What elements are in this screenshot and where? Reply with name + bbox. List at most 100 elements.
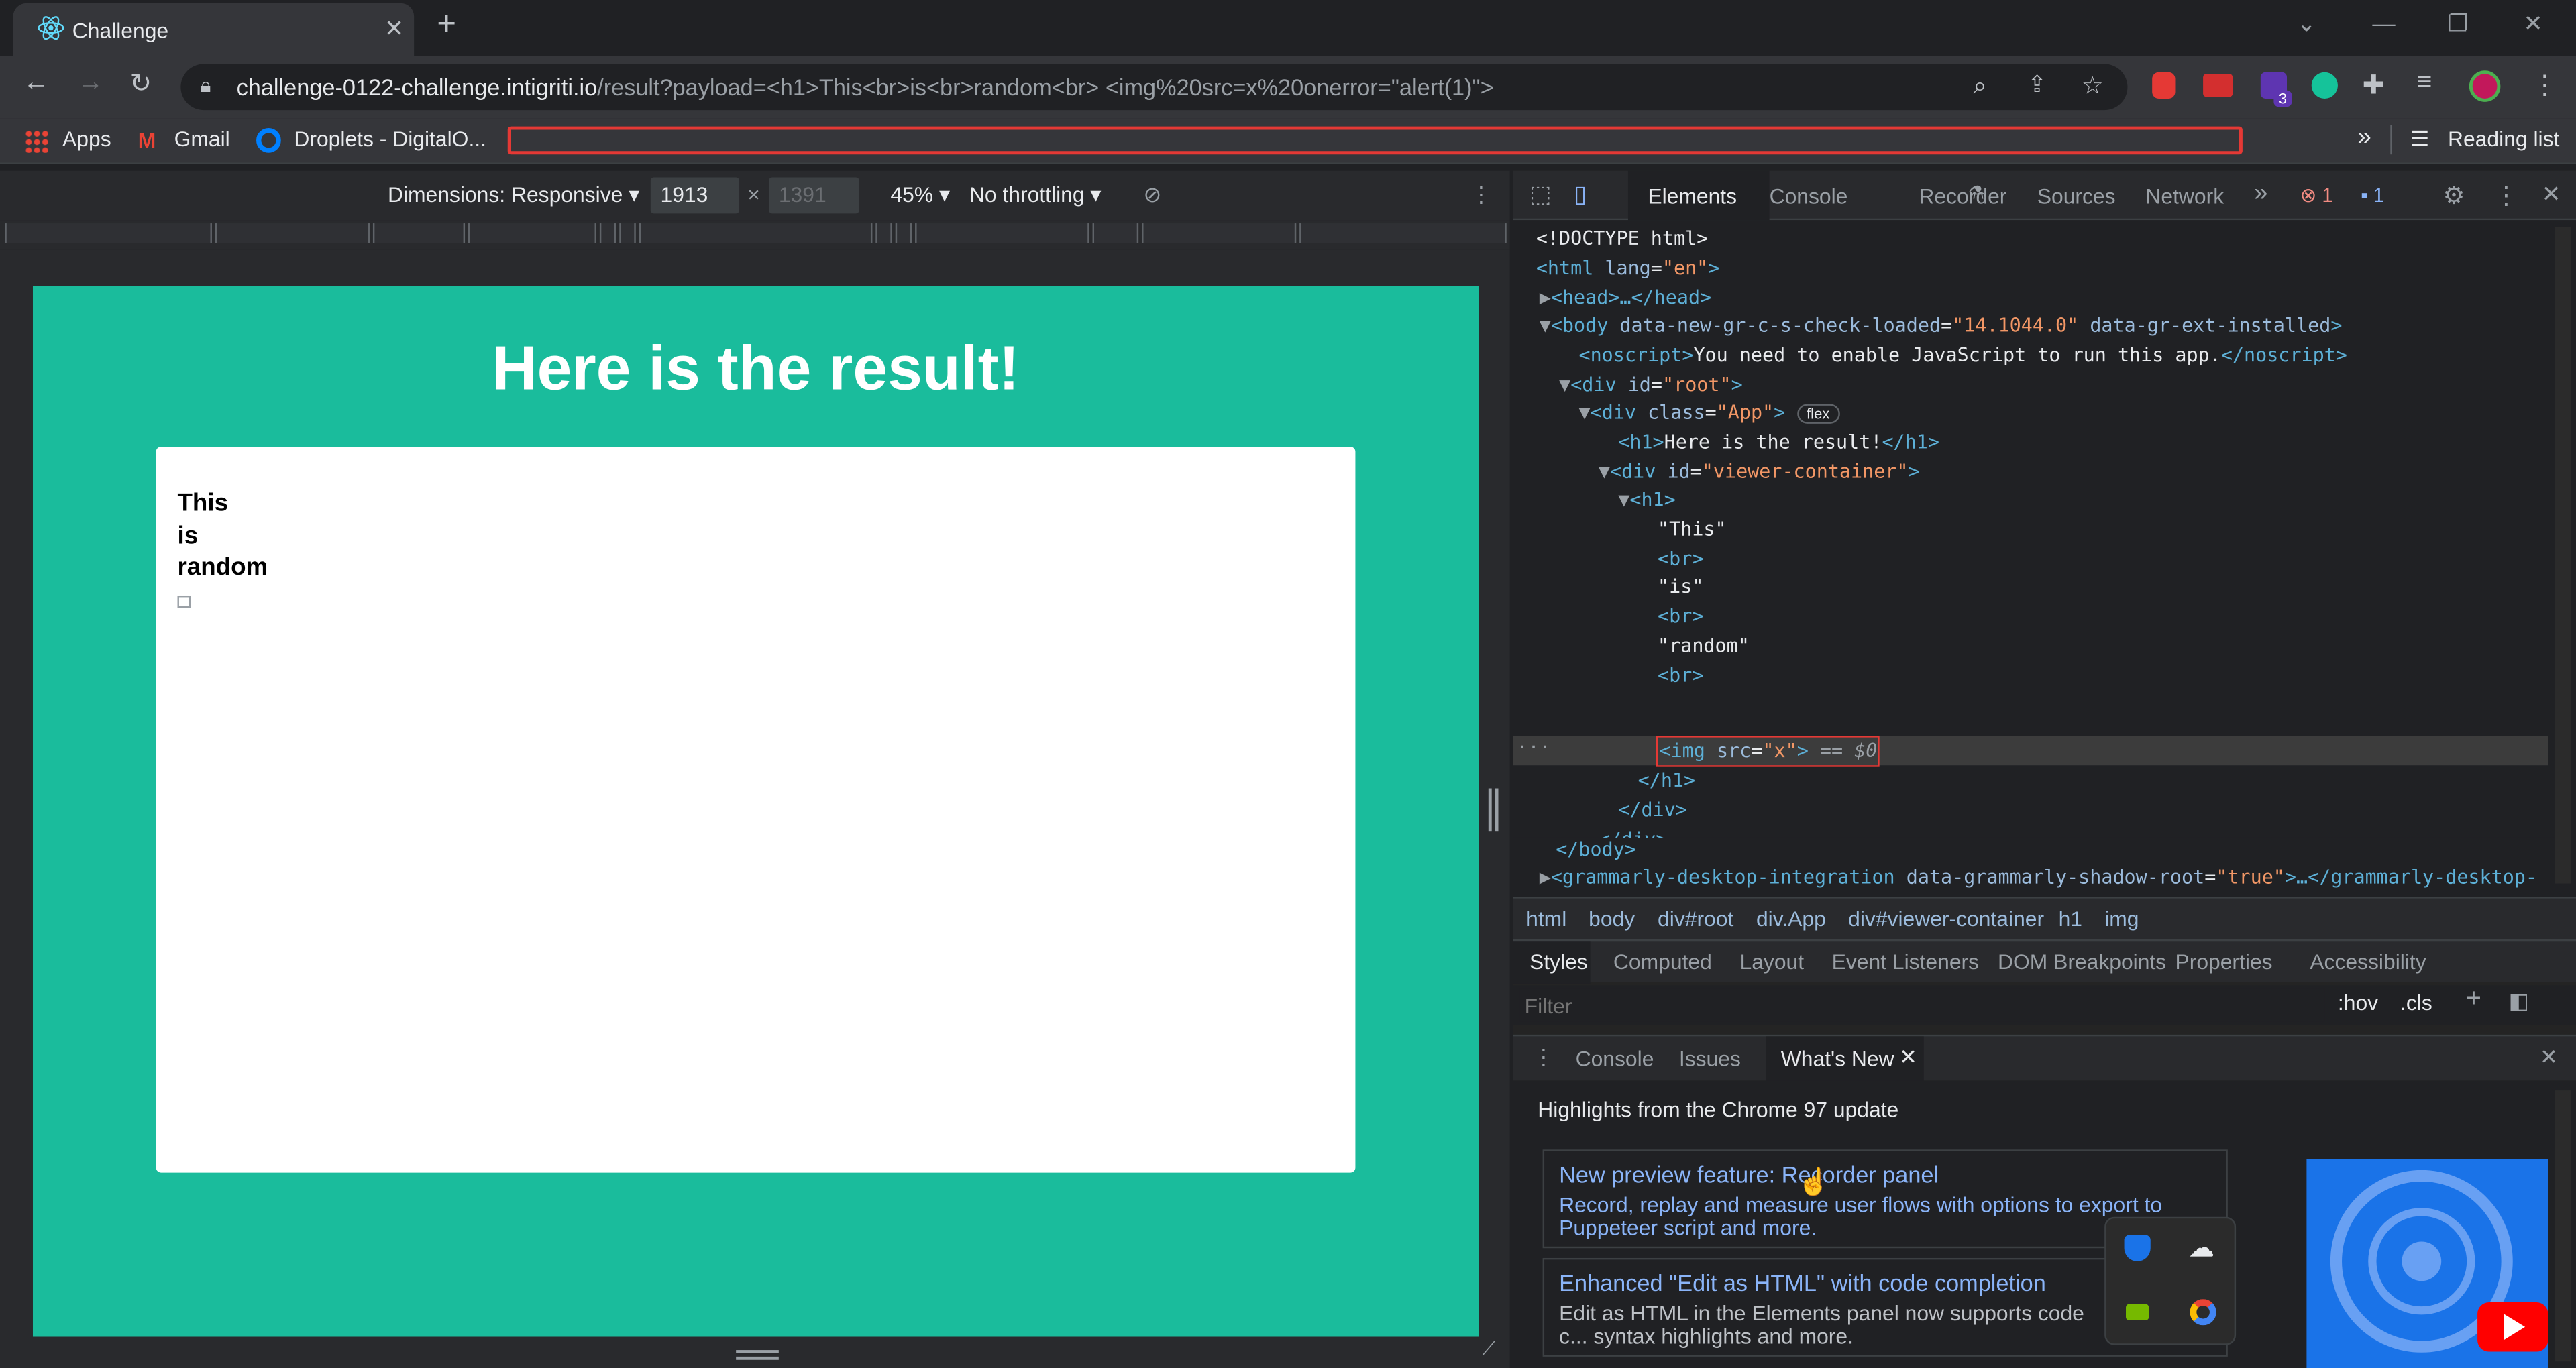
crumb-app[interactable]: div.App xyxy=(1756,907,1826,931)
menu-kebab-icon[interactable]: ⋮ xyxy=(2532,69,2558,102)
card-title[interactable]: New preview feature: Recorder panel xyxy=(1559,1161,1939,1187)
width-input[interactable]: 1913 xyxy=(650,177,740,214)
bookmark-apps[interactable]: Apps xyxy=(62,127,111,152)
dom-scrollbar[interactable] xyxy=(2555,226,2571,884)
dom-line[interactable]: </body> xyxy=(1556,838,1636,860)
zoom-icon[interactable]: ⌕ xyxy=(1973,72,1987,101)
dom-line[interactable]: "is" xyxy=(1658,575,1703,597)
drawer-scrollbar[interactable] xyxy=(2555,1090,2571,1362)
tab-close-icon[interactable]: ✕ xyxy=(384,15,404,43)
grammarly-icon[interactable] xyxy=(2311,72,2338,99)
card-title[interactable]: Enhanced "Edit as HTML" with code comple… xyxy=(1559,1269,2046,1296)
media-query-ruler[interactable] xyxy=(0,220,1510,250)
new-rule-icon[interactable]: + xyxy=(2466,985,2481,1015)
onedrive-cloud-icon[interactable]: ☁ xyxy=(2188,1232,2214,1265)
flex-badge[interactable]: flex xyxy=(1796,404,1840,424)
rotate-icon[interactable]: ⊘ xyxy=(1144,182,1162,209)
crumb-root[interactable]: div#root xyxy=(1658,907,1733,931)
zoom-select[interactable]: 45% ▾ xyxy=(890,182,950,209)
settings-gear-icon[interactable]: ⚙ xyxy=(2443,180,2465,211)
dom-line-selected[interactable]: <img src="x"> == $0 xyxy=(1659,739,1877,762)
bookmark-droplets[interactable]: Droplets - DigitalO... xyxy=(294,127,486,152)
dom-line[interactable]: <br> xyxy=(1658,547,1703,570)
tab-sources[interactable]: Sources xyxy=(2037,184,2116,209)
corner-resize-icon[interactable]: ⟋ xyxy=(1482,1336,1496,1361)
forward-icon[interactable]: → xyxy=(77,69,103,99)
bookmark-gmail[interactable]: Gmail xyxy=(174,127,230,152)
reload-icon[interactable]: ↻ xyxy=(129,67,152,100)
tab-recorder[interactable]: Recorder xyxy=(1919,184,2006,209)
dom-line[interactable]: <br> xyxy=(1658,663,1703,686)
bookmark-star-icon[interactable]: ☆ xyxy=(2082,70,2104,101)
device-more-icon[interactable]: ⋮ xyxy=(1470,182,1492,209)
tab-styles[interactable]: Styles xyxy=(1529,950,1588,974)
hov-toggle[interactable]: :hov xyxy=(2338,990,2378,1015)
tab-network[interactable]: Network xyxy=(2145,184,2224,209)
dom-line[interactable]: ▼<div id="root"> xyxy=(1559,373,1743,396)
extensions-puzzle-icon[interactable]: ✚ xyxy=(2363,69,2385,102)
tab-properties[interactable]: Properties xyxy=(2175,950,2272,974)
dom-line[interactable]: ▼<div id="viewer-container"> xyxy=(1599,460,1920,483)
media-queue-icon[interactable]: ≡ xyxy=(2416,69,2432,99)
dom-line[interactable]: <noscript>You need to enable JavaScript … xyxy=(1578,343,2347,366)
nvidia-icon[interactable] xyxy=(2126,1304,2149,1320)
close-window-icon[interactable]: ✕ xyxy=(2524,10,2543,38)
drawer-tab-issues[interactable]: Issues xyxy=(1679,1046,1741,1071)
minimize-icon[interactable]: — xyxy=(2372,10,2395,36)
reading-list[interactable]: Reading list xyxy=(2448,127,2559,152)
restore-icon[interactable]: ❐ xyxy=(2448,10,2469,38)
bookmarks-overflow[interactable]: » xyxy=(2357,123,2371,152)
devtools-splitter[interactable] xyxy=(1488,788,1499,832)
chrome-icon[interactable] xyxy=(2190,1299,2216,1326)
throttle-select[interactable]: No throttling ▾ xyxy=(969,182,1101,209)
height-input[interactable]: 1391 xyxy=(769,177,859,214)
drawer-tab-console[interactable]: Console xyxy=(1576,1046,1654,1071)
dom-line[interactable]: ▶<head>…</head> xyxy=(1540,286,1711,308)
dom-line[interactable]: <html lang="en"> xyxy=(1536,256,1720,279)
devtools-menu-icon[interactable]: ⋮ xyxy=(2494,180,2519,211)
close-devtools-icon[interactable]: ✕ xyxy=(2542,180,2561,209)
node-actions-icon[interactable]: ··· xyxy=(1516,736,1550,758)
address-bar[interactable]: 🔒︎ challenge-0122-challenge.intigriti.io… xyxy=(180,64,2128,111)
drawer-tab-whats-new[interactable]: What's New xyxy=(1781,1046,1894,1071)
crumb-viewer[interactable]: div#viewer-container xyxy=(1848,907,2044,931)
close-whats-new-icon[interactable]: ✕ xyxy=(1899,1045,1917,1071)
profile-avatar[interactable] xyxy=(2469,70,2501,102)
crumb-html[interactable]: html xyxy=(1526,907,1566,931)
crumb-body[interactable]: body xyxy=(1589,907,1635,931)
tab-search-icon[interactable]: ⌄ xyxy=(2297,10,2316,38)
dom-line[interactable]: </div> xyxy=(1618,798,1687,821)
browser-tab[interactable]: Challenge ✕ xyxy=(13,3,415,56)
dom-line[interactable]: ▼<body data-new-gr-c-s-check-loaded="14.… xyxy=(1540,314,2343,337)
drawer-menu-icon[interactable]: ⋮ xyxy=(1533,1045,1554,1071)
dom-line[interactable]: ▼<h1> xyxy=(1618,488,1675,510)
url-text[interactable]: challenge-0122-challenge.intigriti.io/re… xyxy=(237,74,1494,100)
new-tab-button[interactable]: + xyxy=(437,7,456,44)
tab-computed[interactable]: Computed xyxy=(1613,950,1712,974)
tab-layout[interactable]: Layout xyxy=(1739,950,1804,974)
tab-event-listeners[interactable]: Event Listeners xyxy=(1832,950,1979,974)
styles-filter-input[interactable] xyxy=(1519,988,2325,1022)
back-icon[interactable]: ← xyxy=(23,69,49,99)
toggle-sidebar-icon[interactable]: ◧ xyxy=(2509,988,2529,1015)
dom-line[interactable]: <!DOCTYPE html> xyxy=(1536,227,1708,249)
dimensions-select[interactable]: Dimensions: Responsive ▾ xyxy=(388,182,639,209)
cls-toggle[interactable]: .cls xyxy=(2400,990,2432,1015)
video-thumbnail[interactable] xyxy=(2306,1159,2548,1368)
tab-dom-breakpoints[interactable]: DOM Breakpoints xyxy=(1998,950,2166,974)
tab-accessibility[interactable]: Accessibility xyxy=(2310,950,2426,974)
dom-line[interactable]: "This" xyxy=(1658,517,1727,540)
message-counter[interactable]: ▪ 1 xyxy=(2361,184,2384,207)
crumb-h1[interactable]: h1 xyxy=(2059,907,2082,931)
lastpass-extension-icon[interactable] xyxy=(2203,74,2233,97)
dom-line[interactable]: ▼<div class="App"> flex xyxy=(1578,401,1840,424)
dom-line[interactable]: <h1>Here is the result!</h1> xyxy=(1618,431,1939,453)
dom-line[interactable]: ▶<grammarly-desktop-integration data-gra… xyxy=(1540,866,2537,889)
close-drawer-icon[interactable]: ✕ xyxy=(2540,1045,2558,1071)
inspect-element-icon[interactable]: ⬚ xyxy=(1529,180,1551,209)
share-icon[interactable]: ⇪ xyxy=(2027,70,2047,99)
error-counter[interactable]: ⊗ 1 xyxy=(2300,184,2333,207)
device-mode-icon[interactable]: ▯ xyxy=(1574,180,1587,209)
crumb-img[interactable]: img xyxy=(2104,907,2139,931)
viewport-resize-handle[interactable] xyxy=(736,1350,779,1360)
